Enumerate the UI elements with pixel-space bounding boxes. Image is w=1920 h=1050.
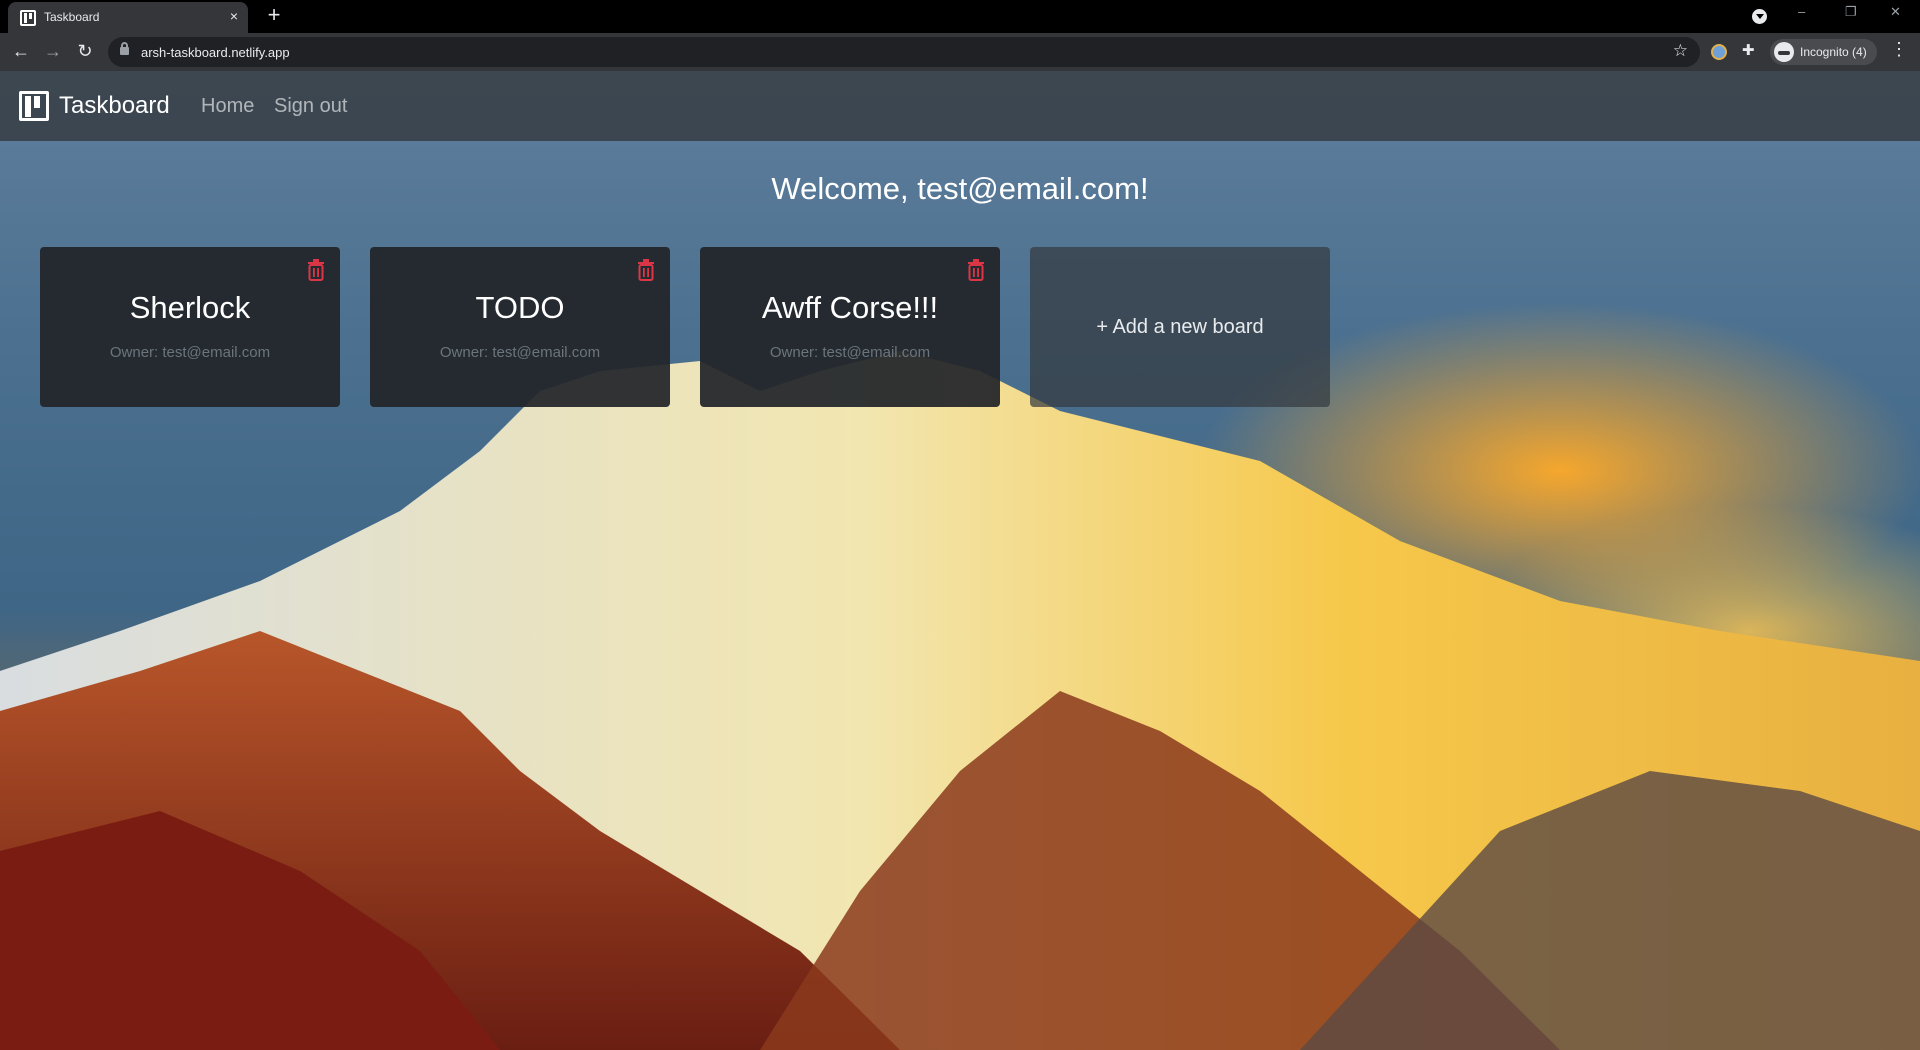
board-owner: Owner: test@email.com [769, 344, 931, 361]
taskboard-logo-icon [19, 91, 49, 121]
trash-icon[interactable] [637, 259, 655, 281]
board-card[interactable]: TODO Owner: test@email.com [370, 247, 670, 407]
page-viewport: Taskboard Home Sign out Welcome, test@em… [0, 71, 1920, 1050]
trash-icon[interactable] [967, 259, 985, 281]
incognito-profile-button[interactable]: Incognito (4) [1770, 39, 1877, 65]
tab-close-button[interactable]: × [230, 8, 238, 24]
reload-button[interactable]: ↻ [73, 39, 97, 63]
app-navbar: Taskboard Home Sign out [0, 71, 1920, 141]
forward-button[interactable]: → [41, 39, 65, 63]
trash-icon[interactable] [307, 259, 325, 281]
browser-toolbar: ← → ↻ arsh-taskboard.netlify.app ☆ ✚ Inc… [0, 33, 1920, 71]
mountain-background-image [0, 351, 1920, 1050]
board-title: Sherlock [129, 290, 251, 325]
browser-tab-strip: Taskboard × + – ❐ ✕ [0, 0, 1920, 33]
bookmark-star-icon[interactable]: ☆ [1673, 41, 1688, 61]
incognito-icon [1774, 42, 1794, 62]
board-title: TODO [475, 290, 565, 325]
restore-button[interactable]: ❐ [1845, 4, 1857, 20]
close-window-button[interactable]: ✕ [1890, 4, 1901, 20]
brand-link[interactable]: Taskboard [19, 90, 170, 122]
cookie-extension-icon[interactable] [1711, 44, 1727, 60]
board-owner: Owner: test@email.com [439, 344, 601, 361]
add-board-label: + Add a new board [1096, 316, 1264, 338]
browser-tab[interactable]: Taskboard × [8, 2, 248, 33]
taskboard-favicon-icon [20, 10, 36, 26]
new-tab-button[interactable]: + [262, 3, 286, 27]
board-owner: Owner: test@email.com [109, 344, 271, 361]
minimize-button[interactable]: – [1798, 4, 1805, 19]
browser-menu-icon[interactable]: ⋮ [1890, 39, 1908, 60]
incognito-label: Incognito (4) [1800, 45, 1867, 59]
tab-title: Taskboard [44, 10, 100, 24]
board-card[interactable]: Sherlock Owner: test@email.com [40, 247, 340, 407]
extensions-puzzle-icon[interactable]: ✚ [1742, 41, 1758, 59]
nav-link-home[interactable]: Home [201, 95, 254, 118]
welcome-heading: Welcome, test@email.com! [771, 171, 1149, 206]
board-card[interactable]: Awff Corse!!! Owner: test@email.com [700, 247, 1000, 407]
add-board-button[interactable]: + Add a new board [1030, 247, 1330, 407]
url-text[interactable]: arsh-taskboard.netlify.app [141, 45, 290, 60]
lock-icon[interactable] [120, 42, 129, 55]
board-title: Awff Corse!!! [761, 290, 939, 325]
back-button[interactable]: ← [9, 39, 33, 63]
tab-search-icon[interactable] [1752, 9, 1767, 24]
brand-name: Taskboard [59, 92, 170, 119]
address-bar[interactable]: arsh-taskboard.netlify.app ☆ [108, 37, 1700, 67]
nav-link-sign-out[interactable]: Sign out [274, 95, 347, 118]
